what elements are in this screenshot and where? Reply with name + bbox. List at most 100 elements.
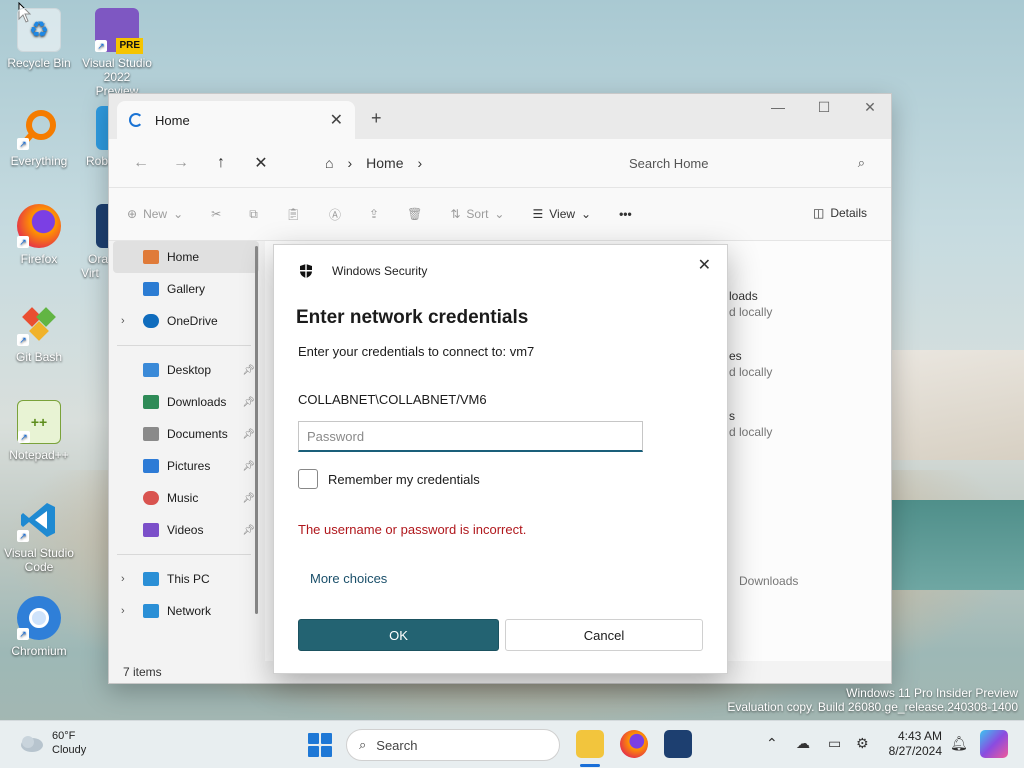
network-icon — [143, 604, 159, 618]
desktop-icon-git-bash[interactable]: ↗ Git Bash — [3, 302, 75, 364]
chevron-right-icon[interactable]: › — [121, 605, 125, 617]
details-pane-icon: ◫ — [812, 206, 825, 220]
sidebar-item-pictures[interactable]: Pictures 📌︎ — [109, 450, 259, 482]
remember-credentials-checkbox[interactable] — [298, 469, 318, 489]
more-choices-link[interactable]: More choices — [310, 571, 387, 586]
plus-circle-icon: ⊕ — [127, 207, 138, 221]
taskbar-search[interactable]: ⌕ Search — [346, 729, 560, 761]
sidebar-item-network[interactable]: › Network — [109, 595, 259, 627]
desktop-icon-oracle-virtualbox[interactable]: Ora Virt — [70, 204, 110, 280]
navigation-pane: Home Gallery › OneDrive Desktop 📌︎ Downloa… — [109, 241, 259, 661]
address-bar[interactable]: ⌂ › Home › — [315, 145, 605, 181]
share-icon[interactable]: ⇪ — [369, 207, 379, 221]
desktop-wallpaper-mountain — [892, 350, 1024, 460]
onedrive-offline-icon[interactable]: ☁ — [796, 735, 810, 752]
up-icon[interactable]: ↑ — [201, 154, 241, 172]
desktop-icon-visual-studio-2022[interactable]: PRE ↗ Visual Studio 2022 Preview — [81, 8, 153, 98]
loading-spinner-icon — [129, 113, 143, 127]
search-box[interactable]: Search Home ⌕ — [615, 145, 879, 181]
quick-access-item-label: loads — [729, 289, 758, 303]
pre-badge: PRE — [116, 38, 143, 54]
desktop-icon-notepad-plus-plus[interactable]: ++ ↗ Notepad++ — [3, 400, 75, 462]
tab-home[interactable]: Home ✕ — [117, 101, 355, 139]
desktop-icon-roblox[interactable]: Roblo — [70, 106, 110, 168]
notification-bell-icon[interactable]: 🔔︎ — [950, 735, 968, 752]
chevron-right-icon[interactable]: › — [121, 315, 125, 327]
sidebar-item-music[interactable]: Music 📌︎ — [109, 482, 259, 514]
chevron-right-icon[interactable]: › — [418, 155, 423, 171]
password-field[interactable] — [298, 421, 643, 452]
view-icon: ☰ — [532, 207, 544, 221]
cancel-button[interactable]: Cancel — [505, 619, 703, 651]
new-tab-button[interactable]: + — [371, 108, 382, 129]
cloud-icon — [21, 736, 43, 752]
home-icon — [143, 250, 159, 264]
sort-button[interactable]: ⇅ Sort ⌄ — [450, 207, 504, 221]
dialog-header: Windows Security — [298, 263, 427, 279]
desktop-icon-everything[interactable]: ↗ Everything — [3, 106, 75, 168]
shortcut-arrow-icon: ↗ — [17, 628, 29, 640]
desktop-icon-firefox[interactable]: ↗ Firefox — [3, 204, 75, 266]
file-explorer-taskbar-icon[interactable] — [576, 730, 604, 758]
chevron-down-icon: ⌄ — [581, 207, 592, 221]
desktop-icon-recycle-bin[interactable]: ♻ Recycle Bin — [3, 8, 75, 70]
view-button[interactable]: ☰ View ⌄ — [532, 207, 591, 221]
more-options-button[interactable]: ••• — [619, 207, 632, 221]
dialog-prompt: Enter your credentials to connect to: vm… — [298, 344, 535, 359]
delete-icon[interactable]: 🗑︎ — [407, 207, 422, 221]
forward-icon[interactable]: → — [161, 154, 201, 172]
desktop-icon-visual-studio-code[interactable]: ↗ Visual Studio Code — [3, 498, 75, 574]
close-dialog-icon[interactable]: ✕ — [698, 255, 711, 275]
sidebar-item-this-pc[interactable]: › This PC — [109, 563, 259, 595]
tab-bar: Home ✕ + — ☐ ✕ — [109, 94, 891, 139]
details-button[interactable]: ◫ Details — [813, 206, 867, 220]
sidebar-item-documents[interactable]: Documents 📌︎ — [109, 418, 259, 450]
close-window-button[interactable]: ✕ — [847, 99, 893, 116]
paste-icon[interactable]: 📋︎ — [286, 207, 301, 221]
ok-button[interactable]: OK — [298, 619, 499, 651]
sidebar-item-gallery[interactable]: Gallery — [109, 273, 259, 305]
divider — [117, 554, 251, 555]
new-button[interactable]: ⊕ New ⌄ — [127, 207, 183, 221]
weather-widget[interactable]: 60°F Cloudy — [18, 729, 86, 757]
desktop-icon — [143, 363, 159, 377]
start-button[interactable] — [308, 733, 332, 757]
quick-access-item-label: es — [729, 349, 742, 363]
breadcrumb-home[interactable]: Home — [366, 155, 403, 171]
chromium-icon: ↗ — [17, 596, 61, 640]
sidebar-item-desktop[interactable]: Desktop 📌︎ — [109, 354, 259, 386]
desktop-icon-chromium[interactable]: ↗ Chromium — [3, 596, 75, 658]
command-bar: ⊕ New ⌄ ✂ ⧉ 📋︎ Ⓐ ⇪ 🗑︎ ⇅ Sort ⌄ ☰ View ⌄ ••• ◫ D… — [109, 187, 891, 241]
remember-credentials-label: Remember my credentials — [328, 471, 480, 487]
copy-icon[interactable]: ⧉ — [249, 207, 258, 222]
firefox-taskbar-icon[interactable] — [620, 730, 648, 758]
remember-credentials[interactable]: Remember my credentials — [298, 469, 480, 489]
chevron-down-icon: ⌄ — [494, 207, 505, 221]
sidebar-item-onedrive[interactable]: › OneDrive — [109, 305, 259, 337]
sidebar-item-home[interactable]: Home — [113, 241, 259, 273]
back-icon[interactable]: ← — [121, 154, 161, 172]
network-icon[interactable]: ⚙ — [856, 735, 869, 752]
dialog-title: Enter network credentials — [296, 307, 529, 328]
everything-search-icon: ↗ — [17, 106, 61, 150]
search-placeholder: Search Home — [629, 155, 709, 171]
sidebar-item-videos[interactable]: Videos 📌︎ — [109, 514, 259, 546]
sidebar-scrollbar[interactable] — [255, 246, 258, 614]
chevron-up-icon[interactable]: ⌃ — [766, 735, 778, 752]
minimize-button[interactable]: — — [755, 99, 801, 115]
cut-icon[interactable]: ✂ — [211, 207, 221, 221]
error-message: The username or password is incorrect. — [298, 522, 527, 537]
clock[interactable]: 4:43 AM 8/27/2024 — [876, 729, 942, 759]
copilot-icon[interactable] — [980, 730, 1008, 758]
sidebar-item-downloads[interactable]: Downloads 📌︎ — [109, 386, 259, 418]
shortcut-arrow-icon: ↗ — [17, 334, 29, 346]
shortcut-arrow-icon: ↗ — [17, 138, 29, 150]
close-tab-icon[interactable]: ✕ — [330, 110, 343, 130]
display-icon[interactable]: ▭ — [828, 735, 841, 752]
maximize-button[interactable]: ☐ — [801, 99, 847, 116]
virtualbox-taskbar-icon[interactable] — [664, 730, 692, 758]
rename-icon[interactable]: Ⓐ — [329, 206, 341, 223]
pin-icon: 📌︎ — [242, 492, 255, 504]
chevron-right-icon[interactable]: › — [121, 573, 125, 585]
stop-icon[interactable]: ✕ — [241, 153, 281, 173]
